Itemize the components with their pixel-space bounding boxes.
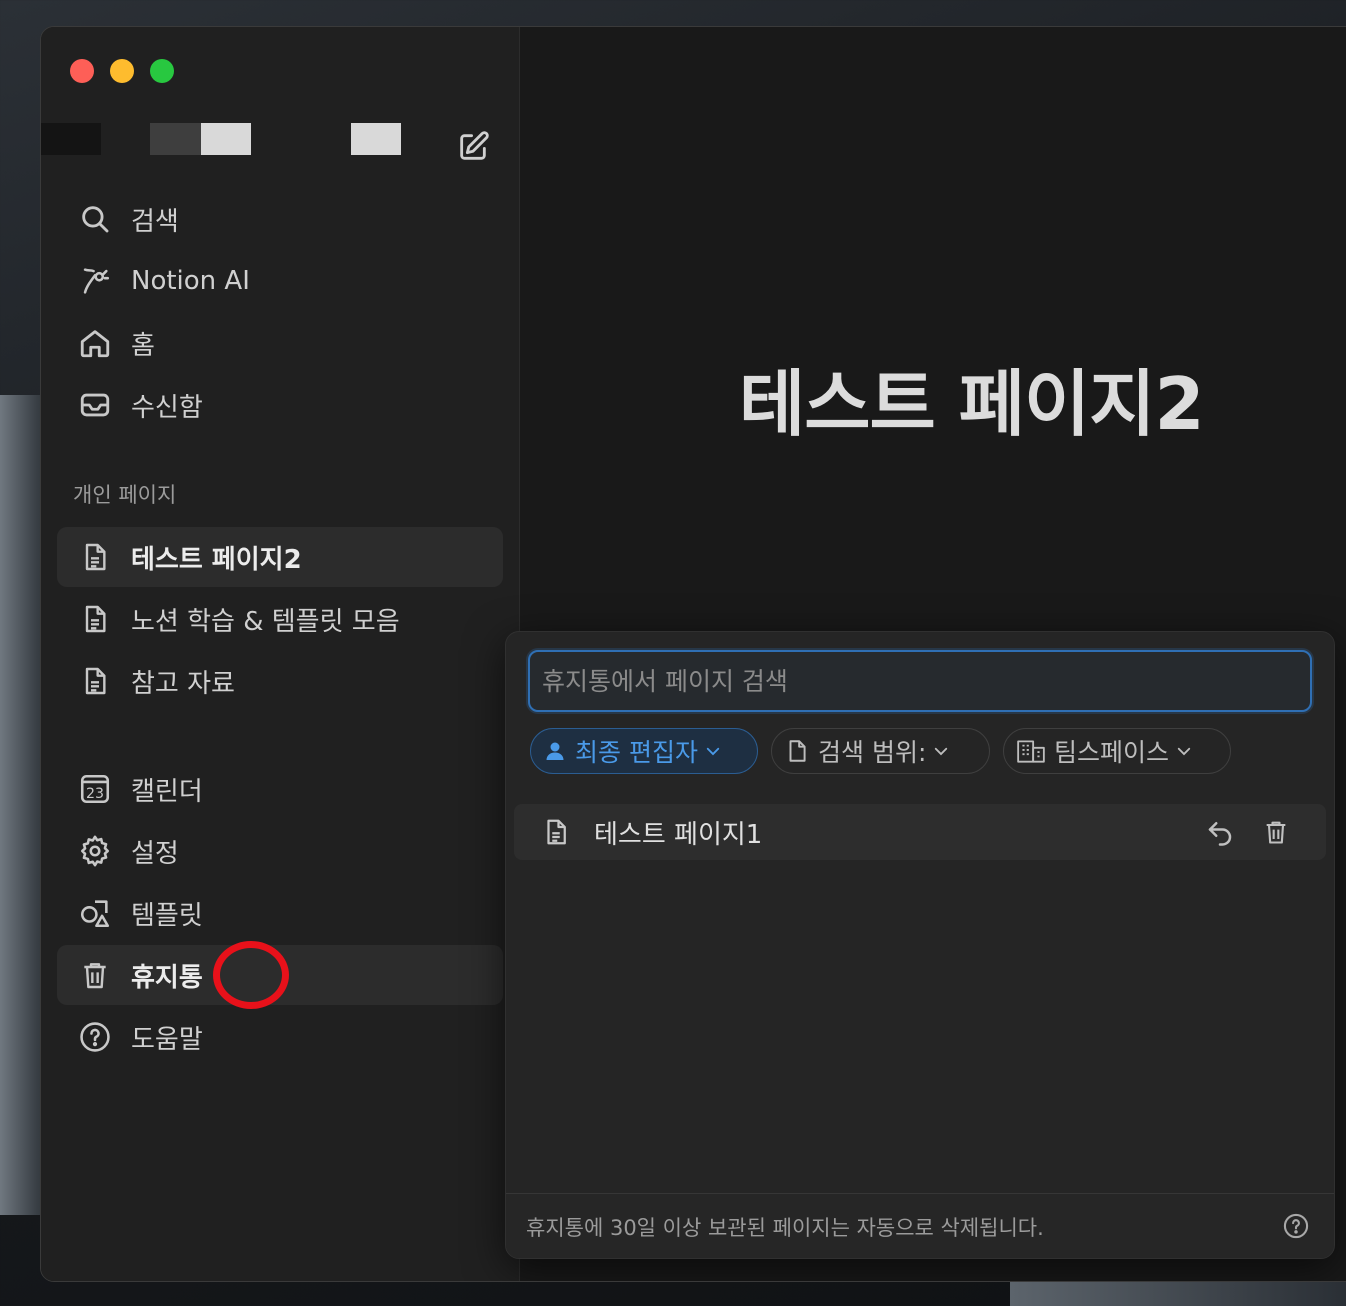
trash-popup: 최종 편집자 검색 범위: 팀스페이스 테스트 페이지1 — [505, 631, 1335, 1259]
trash-footer-text: 휴지통에 30일 이상 보관된 페이지는 자동으로 삭제됩니다. — [526, 1216, 1044, 1240]
chevron-down-icon — [1177, 747, 1191, 756]
chevron-down-icon — [706, 747, 720, 756]
sidebar-item-notion-ai[interactable]: Notion AI — [57, 251, 503, 311]
sidebar-item-label: 홈 — [131, 330, 155, 361]
sidebar-item-calendar[interactable]: 23 캘린더 — [57, 759, 503, 819]
page-icon — [75, 661, 115, 701]
building-icon — [1017, 740, 1045, 763]
undo-icon — [1208, 822, 1232, 846]
sidebar-item-label: 도움말 — [131, 1024, 203, 1055]
filter-last-edited-by[interactable]: 최종 편집자 — [530, 728, 758, 774]
sidebar-item-inbox[interactable]: 수신함 — [57, 375, 503, 435]
chevron-down-icon — [935, 747, 948, 756]
sidebar-item-label: 템플릿 — [131, 900, 203, 931]
filter-label: 최종 편집자 — [575, 738, 698, 767]
section-title-private: 개인 페이지 — [73, 483, 177, 507]
help-icon — [1283, 1213, 1309, 1239]
workspace-switcher[interactable] — [41, 121, 441, 173]
desktop-background-bottom — [1010, 1280, 1346, 1306]
sidebar-item-settings[interactable]: 설정 — [57, 821, 503, 881]
compose-icon — [460, 131, 489, 160]
minimize-window-button[interactable] — [110, 59, 134, 83]
restore-button[interactable] — [1200, 812, 1240, 852]
sidebar-item-help[interactable]: 도움말 — [57, 1007, 503, 1067]
calendar-icon: 23 — [75, 769, 115, 809]
sidebar-item-search[interactable]: 검색 — [57, 189, 503, 249]
sidebar-page-item[interactable]: 참고 자료 — [57, 651, 503, 711]
page-title: 테스트 페이지2 — [739, 362, 1205, 446]
sidebar-item-label: 노션 학습 & 템플릿 모음 — [131, 606, 400, 637]
sidebar-item-label: 테스트 페이지2 — [131, 544, 302, 575]
trash-footer: 휴지통에 30일 이상 보관된 페이지는 자동으로 삭제됩니다. — [506, 1193, 1334, 1258]
sidebar-item-label: 캘린더 — [131, 776, 203, 807]
sidebar-item-label: Notion AI — [131, 266, 250, 296]
redacted-block — [41, 123, 101, 155]
sidebar-item-label: 휴지통 — [131, 962, 203, 993]
page-icon — [536, 812, 576, 852]
trash-search-input[interactable] — [530, 652, 1310, 710]
template-icon — [75, 893, 115, 933]
gear-icon — [75, 831, 115, 871]
sidebar-item-label: 참고 자료 — [131, 668, 235, 699]
trash-help-button[interactable] — [1280, 1210, 1312, 1242]
sidebar-page-item[interactable]: 노션 학습 & 템플릿 모음 — [57, 589, 503, 649]
filter-label: 팀스페이스 — [1054, 738, 1170, 767]
close-window-button[interactable] — [70, 59, 94, 83]
notion-ai-icon — [75, 261, 115, 301]
home-icon — [75, 323, 115, 363]
trash-search-box — [528, 650, 1312, 712]
filter-label: 검색 범위: — [818, 738, 927, 767]
new-page-button[interactable] — [453, 127, 493, 167]
calendar-day: 23 — [86, 786, 104, 802]
redacted-block — [351, 123, 401, 155]
person-icon — [546, 742, 564, 760]
delete-permanently-button[interactable] — [1256, 812, 1296, 852]
redacted-block — [150, 123, 202, 155]
sidebar-item-label: 수신함 — [131, 392, 203, 423]
filter-search-scope[interactable]: 검색 범위: — [771, 728, 990, 774]
sidebar-item-label: 설정 — [131, 838, 179, 869]
trash-item-row[interactable]: 테스트 페이지1 — [514, 804, 1326, 860]
trash-item-actions — [1200, 812, 1296, 852]
trash-icon — [75, 955, 115, 995]
sidebar-page-item[interactable]: 테스트 페이지2 — [57, 527, 503, 587]
search-icon — [75, 199, 115, 239]
inbox-icon — [75, 385, 115, 425]
sidebar-item-home[interactable]: 홈 — [57, 313, 503, 373]
page-icon — [789, 740, 806, 762]
page-icon — [75, 537, 115, 577]
trash-icon — [1266, 821, 1286, 844]
notion-window: 검색 Notion AI 홈 수신함 개인 페이지 테스트 페이지2 노션 학습… — [40, 26, 1346, 1282]
redacted-block — [201, 123, 251, 155]
sidebar: 검색 Notion AI 홈 수신함 개인 페이지 테스트 페이지2 노션 학습… — [41, 27, 520, 1281]
zoom-window-button[interactable] — [150, 59, 174, 83]
page-icon — [75, 599, 115, 639]
red-annotation-circle — [213, 941, 289, 1009]
help-icon — [75, 1017, 115, 1057]
sidebar-item-label: 검색 — [131, 206, 179, 237]
filter-teamspace[interactable]: 팀스페이스 — [1003, 728, 1231, 774]
sidebar-item-templates[interactable]: 템플릿 — [57, 883, 503, 943]
trash-item-title: 테스트 페이지1 — [594, 819, 763, 850]
